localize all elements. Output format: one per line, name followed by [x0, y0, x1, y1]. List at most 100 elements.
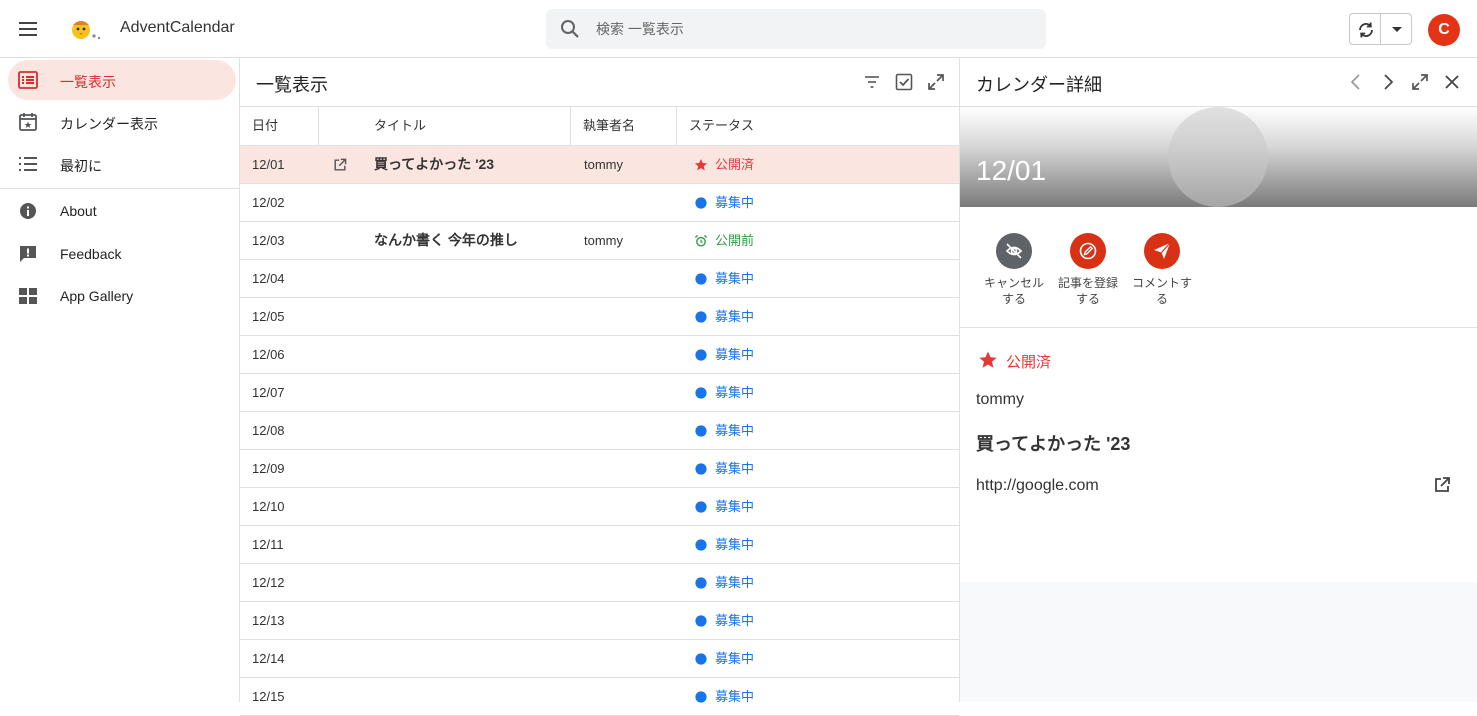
sidebar-item-label: Feedback — [60, 246, 122, 262]
column-header-status[interactable]: ステータス — [677, 107, 877, 145]
comment-button[interactable]: コメントする — [1126, 233, 1198, 307]
expand-icon[interactable] — [926, 72, 946, 92]
close-icon[interactable] — [1442, 72, 1462, 92]
table-row[interactable]: 12/03 なんか書く 今年の推し tommy 公開前 — [240, 222, 959, 260]
detail-url[interactable]: http://google.com — [976, 477, 1099, 495]
dot-icon — [695, 615, 707, 627]
sidebar-item-app-gallery[interactable]: App Gallery — [8, 276, 236, 316]
status-label: 募集中 — [715, 575, 755, 590]
status-label: 募集中 — [715, 499, 755, 514]
dot-icon — [695, 425, 707, 437]
table-row[interactable]: 12/10 募集中 — [240, 488, 959, 526]
page-title: 一覧表示 — [256, 75, 328, 95]
dot-icon — [695, 387, 707, 399]
row-date: 12/04 — [252, 271, 285, 286]
expand-icon[interactable] — [1410, 72, 1430, 92]
sidebar-item-label: About — [60, 203, 97, 219]
status-label: 募集中 — [715, 537, 755, 552]
top-app-bar: AdventCalendar C — [0, 0, 1477, 58]
send-icon — [1144, 233, 1180, 269]
column-header-date[interactable]: 日付 — [240, 107, 319, 145]
hero-avatar-placeholder — [1168, 107, 1268, 207]
table-row[interactable]: 12/04 募集中 — [240, 260, 959, 298]
column-header-author[interactable]: 執筆者名 — [571, 107, 677, 145]
status-label: 募集中 — [715, 689, 755, 704]
detail-author: tommy — [976, 391, 1024, 408]
sidebar-item-first[interactable]: 最初に — [8, 144, 236, 184]
row-date: 12/02 — [252, 195, 285, 210]
status-label: 募集中 — [715, 423, 755, 438]
alarm-icon — [694, 234, 708, 247]
row-author: tommy — [584, 233, 623, 248]
dot-icon — [695, 311, 707, 323]
filter-icon[interactable] — [862, 72, 882, 92]
table-row[interactable]: 12/07 募集中 — [240, 374, 959, 412]
search-icon — [561, 20, 579, 38]
column-divider — [319, 107, 571, 145]
dot-icon — [695, 197, 707, 209]
table-row[interactable]: 12/08 募集中 — [240, 412, 959, 450]
table-row[interactable]: 12/05 募集中 — [240, 298, 959, 336]
status-label: 募集中 — [715, 613, 755, 628]
register-article-button[interactable]: 記事を登録する — [1052, 233, 1124, 307]
search-input[interactable] — [596, 9, 1026, 49]
table-row[interactable]: 12/06 募集中 — [240, 336, 959, 374]
open-in-new-icon[interactable] — [1432, 475, 1452, 495]
status-label: 募集中 — [715, 271, 755, 286]
status-label: 公開済 — [715, 157, 755, 172]
status-label: 募集中 — [715, 651, 755, 666]
sidebar-item-about[interactable]: About — [8, 191, 236, 231]
status-label: 募集中 — [715, 195, 755, 210]
detail-hero-banner: 12/01 — [960, 107, 1477, 207]
dot-icon — [695, 349, 707, 361]
cancel-button-label: キャンセルする — [984, 276, 1045, 306]
sidebar-item-calendar-view[interactable]: カレンダー表示 — [8, 102, 236, 142]
sidebar-item-label: App Gallery — [60, 288, 134, 304]
open-in-new-icon[interactable] — [332, 157, 348, 173]
list-view-icon — [18, 71, 38, 89]
sync-button[interactable] — [1349, 13, 1381, 45]
info-icon — [20, 203, 36, 219]
sidebar-item-list-view[interactable]: 一覧表示 — [8, 60, 236, 100]
dot-icon — [695, 501, 707, 513]
sidebar-item-feedback[interactable]: Feedback — [8, 234, 236, 274]
chevron-left-icon[interactable] — [1346, 72, 1366, 92]
menu-icon[interactable] — [14, 15, 42, 43]
search-bar[interactable] — [546, 9, 1046, 49]
row-date: 12/09 — [252, 461, 285, 476]
dot-icon — [695, 539, 707, 551]
dot-icon — [695, 653, 707, 665]
table-row[interactable]: 12/15 募集中 — [240, 678, 959, 716]
sync-options-dropdown-button[interactable] — [1380, 13, 1412, 45]
app-logo-icon — [68, 14, 102, 44]
table-row[interactable]: 12/14 募集中 — [240, 640, 959, 678]
list-panel-header: 一覧表示 — [240, 58, 959, 107]
table-row[interactable]: 12/09 募集中 — [240, 450, 959, 488]
list-panel: 一覧表示 日付 タイトル 執筆者名 ステータス 12/01 買ってよかった '23… — [240, 58, 960, 716]
row-title: 買ってよかった '23 — [374, 156, 495, 172]
detail-body: キャンセルする 記事を登録する コメントする 公開済 tommy 買ってよかった… — [960, 207, 1477, 582]
table-row[interactable]: 12/13 募集中 — [240, 602, 959, 640]
cancel-icon — [996, 233, 1032, 269]
row-date: 12/06 — [252, 347, 285, 362]
app-title: AdventCalendar — [120, 19, 235, 36]
checkbox-select-icon[interactable] — [894, 72, 914, 92]
table-row[interactable]: 12/02 募集中 — [240, 184, 959, 222]
sync-icon — [1359, 22, 1373, 38]
row-author: tommy — [584, 157, 623, 172]
row-date: 12/15 — [252, 689, 285, 704]
table-row[interactable]: 12/01 買ってよかった '23 tommy 公開済 — [240, 146, 959, 184]
calendar-icon — [19, 113, 37, 131]
table-header: 日付 タイトル 執筆者名 ステータス — [240, 107, 959, 146]
row-date: 12/07 — [252, 385, 285, 400]
detail-panel: カレンダー詳細 12/01 キャンセルする 記事を登録する コメントする 公開済… — [960, 58, 1477, 702]
table-row[interactable]: 12/12 募集中 — [240, 564, 959, 602]
star-icon — [694, 159, 708, 171]
chevron-right-icon[interactable] — [1378, 72, 1398, 92]
table-row[interactable]: 12/11 募集中 — [240, 526, 959, 564]
row-date: 12/08 — [252, 423, 285, 438]
row-title: なんか書く 今年の推し — [374, 232, 518, 248]
row-date: 12/05 — [252, 309, 285, 324]
cancel-button[interactable]: キャンセルする — [978, 233, 1050, 307]
user-avatar[interactable]: C — [1428, 14, 1460, 46]
